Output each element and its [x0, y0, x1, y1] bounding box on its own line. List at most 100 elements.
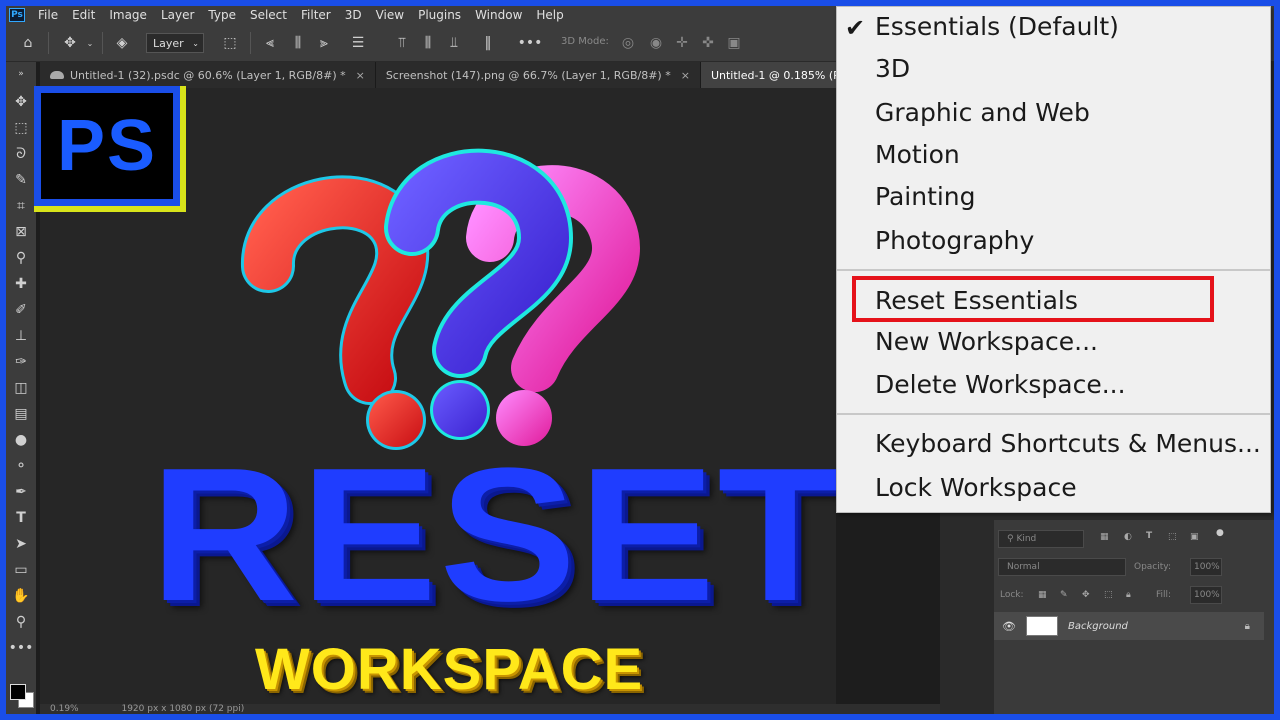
brush-tool-icon[interactable]: ✐ — [11, 300, 31, 320]
menu-item-photography[interactable]: Photography — [875, 226, 1034, 256]
layer-row-background[interactable]: 👁︎ Background 🔒︎ — [994, 612, 1264, 640]
auto-select-icon[interactable]: ◈ — [112, 33, 132, 53]
auto-select-dropdown[interactable]: Layer ⌄ — [146, 33, 204, 53]
menu-view[interactable]: View — [369, 6, 411, 24]
menu-help[interactable]: Help — [529, 6, 570, 24]
blend-mode-dropdown[interactable]: Normal — [998, 558, 1126, 576]
menu-item-keyboard-shortcuts[interactable]: Keyboard Shortcuts & Menus... — [875, 429, 1261, 459]
align-top-icon[interactable]: ⫪ — [392, 33, 412, 53]
workspace-subtitle: WORKSPACE — [255, 637, 644, 702]
path-select-tool-icon[interactable]: ➤ — [11, 534, 31, 554]
lock-image-icon[interactable]: ✎ — [1060, 590, 1068, 600]
menu-item-painting[interactable]: Painting — [875, 182, 976, 212]
filter-toggle-icon[interactable]: ● — [1216, 528, 1224, 538]
divider — [48, 32, 49, 54]
distribute-vertical-icon[interactable]: ‖ — [478, 33, 498, 53]
menu-edit[interactable]: Edit — [65, 6, 102, 24]
marquee-tool-icon[interactable]: ⬚ — [11, 118, 31, 138]
hand-tool-icon[interactable]: ✋ — [11, 586, 31, 606]
fill-label: Fill: — [1156, 590, 1172, 600]
lock-all-icon[interactable]: 🔒︎ — [1126, 590, 1131, 600]
menu-plugins[interactable]: Plugins — [411, 6, 468, 24]
blur-tool-icon[interactable]: ● — [11, 430, 31, 450]
menu-type[interactable]: Type — [201, 6, 243, 24]
menu-item-graphic-and-web[interactable]: Graphic and Web — [875, 98, 1090, 128]
eraser-tool-icon[interactable]: ◫ — [11, 378, 31, 398]
camera-3d-icon[interactable]: ▣ — [724, 33, 744, 53]
distribute-icon[interactable]: ☰ — [348, 33, 368, 53]
move-tool-icon[interactable]: ✥ — [11, 92, 31, 112]
pen-tool-icon[interactable]: ✒ — [11, 482, 31, 502]
history-brush-tool-icon[interactable]: ✑ — [11, 352, 31, 372]
dodge-tool-icon[interactable]: ⚬ — [11, 456, 31, 476]
lock-artboard-icon[interactable]: ⬚ — [1104, 590, 1113, 600]
home-icon[interactable]: ⌂ — [18, 33, 38, 53]
move-tool-icon[interactable]: ✥ — [60, 33, 80, 53]
gradient-tool-icon[interactable]: ▤ — [11, 404, 31, 424]
smart-object-filter-icon[interactable]: ▣ — [1190, 532, 1199, 542]
slide-3d-icon[interactable]: ✜ — [698, 33, 718, 53]
zoom-readout[interactable]: 0.19% — [50, 704, 79, 714]
adjustment-filter-icon[interactable]: ◐ — [1124, 532, 1132, 542]
reset-essentials-highlight-box — [852, 276, 1214, 322]
align-right-icon[interactable]: ⫸ — [314, 33, 334, 53]
menu-item-delete-workspace[interactable]: Delete Workspace... — [875, 370, 1126, 400]
menu-select[interactable]: Select — [243, 6, 294, 24]
photoshop-app-icon[interactable]: Ps — [9, 8, 25, 22]
eyedropper-tool-icon[interactable]: ⚲ — [11, 248, 31, 268]
layer-thumbnail — [1026, 616, 1058, 636]
menu-filter[interactable]: Filter — [294, 6, 338, 24]
align-left-icon[interactable]: ⫷ — [260, 33, 280, 53]
close-icon[interactable]: × — [356, 69, 365, 82]
crop-tool-icon[interactable]: ⌗ — [11, 196, 31, 216]
layers-panel: ⚲ Kind ▦ ◐ T ⬚ ▣ ● Normal Opacity: 100% … — [994, 520, 1274, 714]
document-tab-label: Untitled-1 (32).psdc @ 60.6% (Layer 1, R… — [70, 68, 346, 82]
opacity-field[interactable]: 100% — [1190, 558, 1222, 576]
orbit-3d-icon[interactable]: ◎ — [618, 33, 638, 53]
lock-pixels-icon[interactable]: ▦ — [1038, 590, 1047, 600]
drag-3d-icon[interactable]: ✛ — [672, 33, 692, 53]
align-bottom-icon[interactable]: ⫫ — [444, 33, 464, 53]
menu-item-essentials-default[interactable]: Essentials (Default) — [875, 12, 1119, 42]
align-center-icon[interactable]: ⫼ — [288, 33, 308, 53]
layer-filter-kind[interactable]: ⚲ Kind — [998, 530, 1084, 548]
pixel-filter-icon[interactable]: ▦ — [1100, 532, 1109, 542]
search-icon: ⚲ — [1007, 534, 1017, 544]
expand-panel-icon[interactable]: » — [11, 64, 31, 84]
more-tools-icon[interactable]: ••• — [9, 638, 34, 658]
visibility-eye-icon[interactable]: 👁︎ — [1002, 620, 1022, 633]
shape-filter-icon[interactable]: ⬚ — [1168, 532, 1177, 542]
foreground-color-swatch[interactable] — [10, 684, 26, 700]
menu-image[interactable]: Image — [102, 6, 154, 24]
rectangle-tool-icon[interactable]: ▭ — [11, 560, 31, 580]
menu-item-new-workspace[interactable]: New Workspace... — [875, 327, 1098, 357]
menu-item-lock-workspace[interactable]: Lock Workspace — [875, 473, 1077, 503]
roll-3d-icon[interactable]: ◉ — [646, 33, 666, 53]
close-icon[interactable]: × — [681, 69, 690, 82]
more-options-icon[interactable]: ••• — [518, 33, 543, 53]
type-tool-icon[interactable]: T — [11, 508, 31, 528]
stamp-tool-icon[interactable]: ⊥ — [11, 326, 31, 346]
fill-field[interactable]: 100% — [1190, 586, 1222, 604]
auto-select-value: Layer — [153, 36, 184, 50]
document-tab-2[interactable]: Screenshot (147).png @ 66.7% (Layer 1, R… — [376, 62, 701, 88]
lock-position-icon[interactable]: ✥ — [1082, 590, 1090, 600]
menu-3d[interactable]: 3D — [338, 6, 369, 24]
frame-tool-icon[interactable]: ⊠ — [11, 222, 31, 242]
transform-controls-icon[interactable]: ⬚ — [220, 33, 240, 53]
menu-layer[interactable]: Layer — [154, 6, 201, 24]
type-filter-icon[interactable]: T — [1146, 531, 1152, 541]
menu-file[interactable]: File — [31, 6, 65, 24]
menu-divider — [837, 413, 1270, 415]
menu-item-motion[interactable]: Motion — [875, 140, 960, 170]
quick-select-tool-icon[interactable]: ✎ — [11, 170, 31, 190]
align-middle-icon[interactable]: ⫼ — [418, 33, 438, 53]
menu-window[interactable]: Window — [468, 6, 529, 24]
lasso-tool-icon[interactable]: ᘐ — [11, 144, 31, 164]
healing-brush-tool-icon[interactable]: ✚ — [11, 274, 31, 294]
3d-mode-label: 3D Mode: — [561, 36, 609, 47]
menu-item-3d[interactable]: 3D — [875, 54, 910, 84]
zoom-tool-icon[interactable]: ⚲ — [11, 612, 31, 632]
chevron-down-icon[interactable]: ⌄ — [80, 33, 100, 53]
document-tab-1[interactable]: Untitled-1 (32).psdc @ 60.6% (Layer 1, R… — [40, 62, 376, 88]
